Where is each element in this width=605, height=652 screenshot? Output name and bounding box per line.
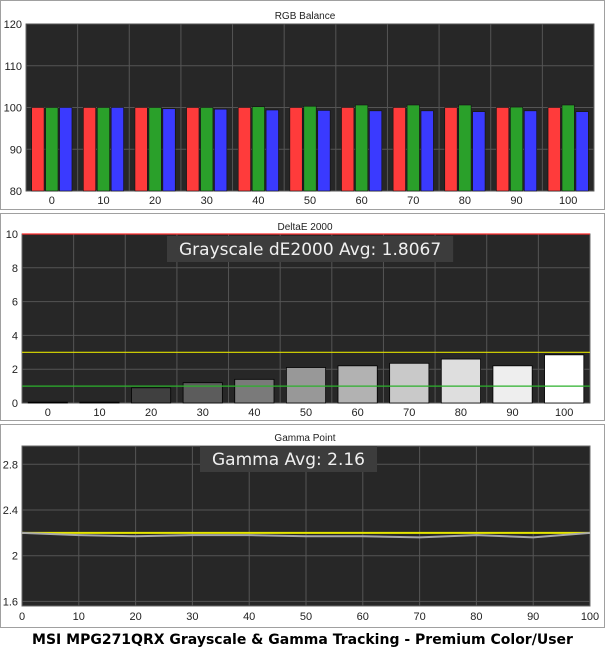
panel-1-bar	[420, 110, 434, 192]
panel-3-x-tick-label: 90	[527, 611, 539, 623]
panel-1-bar	[303, 105, 317, 192]
panel-2-x-tick-label: 60	[352, 407, 364, 419]
panel-1-bar	[496, 107, 510, 192]
panel-2-bar	[337, 365, 378, 404]
panel-1-bar	[110, 107, 124, 192]
chart-figure: RGB Balance 80 90 100 110 120 0 10 20 30 40 50 60 70 8…	[0, 0, 605, 652]
panel-2-annotation-text: Grayscale dE2000 Avg: 1.8067	[179, 240, 441, 260]
panel-2-bar	[79, 401, 120, 404]
panel-1-bar	[251, 106, 265, 192]
panel-3-x-tick-label: 100	[581, 611, 599, 623]
panel-3-y-tick-label: 2	[12, 551, 18, 563]
panel-3-title: Gamma Point	[274, 433, 335, 444]
panel-1-bar	[162, 108, 176, 192]
panel-1-x-tick-label: 30	[201, 195, 213, 207]
panel-2-bar	[285, 367, 327, 404]
panel-2-x-tick-label: 30	[197, 407, 209, 419]
panel-1-bar	[214, 108, 228, 192]
panel-1-bar	[341, 107, 355, 192]
panel-1-x-tick-label: 60	[356, 195, 368, 207]
panel-3-y-tick-label: 1.6	[3, 596, 18, 608]
panel-2-bar	[27, 401, 68, 404]
panel-1-bar	[59, 107, 73, 192]
panel-1-x-tick-label: 20	[149, 195, 161, 207]
panel-2-x-tick-label: 10	[93, 407, 105, 419]
panel-1-y-tick-label: 120	[4, 19, 22, 31]
panel-1-bar	[31, 107, 45, 192]
panel-1-bar	[561, 104, 575, 192]
panel-1-bar	[317, 110, 331, 192]
panel-2-bar	[492, 365, 533, 404]
panel-2-title: DeltaE 2000	[277, 222, 332, 233]
panel-1-bar	[148, 107, 162, 192]
panel-1-x-tick-label: 100	[559, 195, 577, 207]
panel-3-x-tick-label: 60	[357, 611, 369, 623]
panel-2-y-tick-label: 6	[12, 297, 18, 309]
panel-1-bar	[200, 107, 214, 192]
charts-svg: RGB Balance80901001101200 10 20 30 40 50 60 70 8…	[0, 0, 605, 628]
panel-2-bar	[544, 354, 585, 404]
panel-1-bar	[444, 107, 458, 192]
panel-2-x-tick-label: 20	[145, 407, 157, 419]
panel-3-x-tick-label: 20	[129, 611, 141, 623]
panel-3-y-tick-label: 2.4	[3, 505, 18, 517]
panel-2-x-tick-label: 90	[506, 407, 518, 419]
panel-2-x-tick-label: 70	[403, 407, 415, 419]
panel-1-x-tick-label: 80	[459, 195, 471, 207]
panel-2-bar	[389, 362, 430, 404]
panel-3-x-tick-label: 80	[470, 611, 482, 623]
panel-2-bar	[131, 387, 172, 404]
panel-1-bar	[547, 107, 561, 192]
panel-1-y-tick-label: 110	[4, 61, 22, 73]
panel-1-x-tick-label: 0	[49, 195, 55, 207]
panel-1-bar	[186, 107, 200, 192]
panel-1-bar	[83, 107, 97, 192]
panel-1-bar	[96, 107, 110, 192]
panel-2-x-tick-label: 80	[455, 407, 467, 419]
panel-1-x-tick-label: 50	[304, 195, 316, 207]
panel-1-bar	[134, 107, 148, 192]
panel-1-bar	[369, 110, 383, 192]
panel-3-x-tick-label: 10	[73, 611, 85, 623]
panel-2-bar	[440, 358, 481, 404]
panel-2-y-tick-label: 4	[12, 330, 18, 342]
panel-2-y-tick-label: 0	[12, 398, 18, 410]
panel-2-x-tick-label: 0	[45, 407, 51, 419]
panel-2-x-tick-label: 40	[248, 407, 260, 419]
panel-1-bar	[575, 111, 589, 192]
panel-1-x-tick-label: 10	[97, 195, 109, 207]
panel-1-bar	[265, 109, 279, 192]
panel-3-x-tick-label: 30	[186, 611, 198, 623]
figure-caption: MSI MPG271QRX Grayscale & Gamma Tracking…	[32, 632, 573, 648]
panel-2-y-tick-label: 2	[12, 364, 18, 376]
panel-3-x-tick-label: 0	[19, 611, 25, 623]
panel-3-annotation-text: Gamma Avg: 2.16	[212, 450, 365, 470]
panel-1-bar	[237, 107, 251, 192]
panel-1-bar	[45, 107, 59, 192]
panel-1-bar	[523, 110, 537, 192]
panel-3-x-tick-label: 50	[300, 611, 312, 623]
panel-3-x-tick-label: 70	[413, 611, 425, 623]
panel-1-bar	[406, 104, 420, 192]
panel-1-y-tick-label: 90	[10, 144, 22, 156]
panel-1-bar	[392, 107, 406, 192]
panel-2-x-tick-label: 100	[555, 407, 573, 419]
panel-3-x-tick-label: 40	[243, 611, 255, 623]
panel-1-bar	[355, 104, 369, 192]
panel-2-y-tick-label: 8	[12, 263, 18, 275]
panel-1-title: RGB Balance	[275, 11, 336, 22]
panel-1-x-tick-label: 40	[252, 195, 264, 207]
panel-1-bar	[289, 107, 303, 192]
panel-2-bar	[234, 378, 275, 404]
panel-1-y-tick-label: 80	[10, 186, 22, 198]
panel-1-bar	[510, 106, 524, 192]
panel-1-bar	[472, 111, 486, 192]
panel-1-x-tick-label: 70	[407, 195, 419, 207]
panel-3-y-tick-label: 2.8	[3, 459, 18, 471]
panel-2-y-tick-label: 10	[6, 229, 18, 241]
panel-1-y-tick-label: 100	[4, 103, 22, 115]
panel-1-x-tick-label: 90	[510, 195, 522, 207]
panel-2-x-tick-label: 50	[300, 407, 312, 419]
panel-1-bar	[458, 104, 472, 192]
